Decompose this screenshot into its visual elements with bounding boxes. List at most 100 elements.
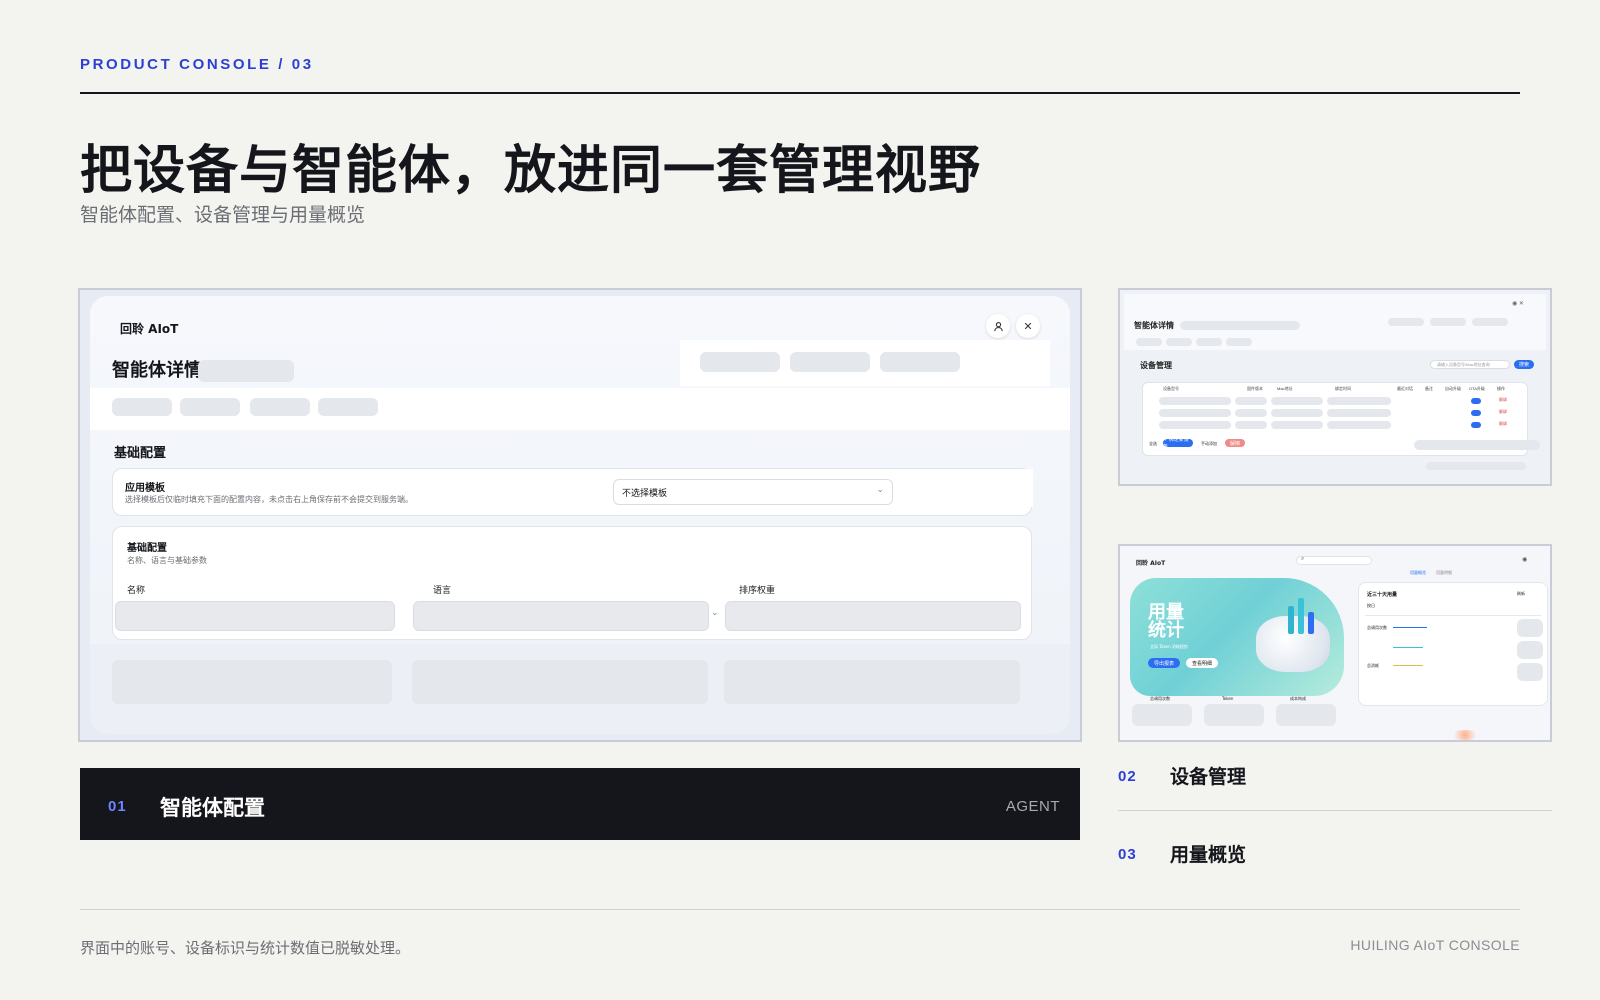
caption-number: 02 (1118, 768, 1137, 785)
title-redaction (1180, 321, 1300, 330)
field-label-name: 名称 (127, 586, 146, 596)
tab-placeholder[interactable] (1226, 338, 1252, 346)
tab-placeholder[interactable] (112, 398, 172, 416)
select-all[interactable]: 全选 (1149, 441, 1157, 447)
unbind-link[interactable]: 解绑 (1499, 409, 1507, 415)
tab-placeholder[interactable] (1196, 338, 1222, 346)
device-search-button[interactable]: 搜索 (1514, 360, 1534, 369)
field-label-weight: 排序权重 (739, 586, 776, 596)
app-logo: 回聆 AIoT (1136, 560, 1166, 567)
header-divider (80, 92, 1520, 94)
footer-brand: HUILING AIoT CONSOLE (1350, 937, 1520, 953)
name-input[interactable] (115, 601, 395, 631)
manual-add-link[interactable]: 手动添加 (1201, 441, 1217, 447)
unbind-button[interactable]: 解绑 (1225, 439, 1245, 447)
caption-title: 智能体配置 (160, 796, 265, 820)
user-icon[interactable] (986, 314, 1010, 338)
tab-placeholder[interactable] (180, 398, 240, 416)
tab-bar (90, 388, 1070, 430)
device-search-input[interactable]: 请输入设备型号/Mac地址查询 (1430, 360, 1510, 369)
field-label-language: 语言 (433, 586, 452, 596)
field-placeholder[interactable] (112, 660, 392, 704)
template-card: 应用模板 选择模板后仅临时填充下面的配置内容，未点击右上角保存前不会提交到服务端… (112, 468, 1033, 516)
page-title: 把设备与智能体，放进同一套管理视野 (80, 141, 982, 201)
caption-usage-title[interactable]: 用量概览 (1170, 840, 1246, 867)
device-management-screenshot[interactable]: 智能体详情 ◉ ✕ 设备管理 请输入设备型号/Mac地址查询 搜索 设备型号 固… (1118, 288, 1552, 486)
refresh-icon[interactable]: 刷新 (1517, 591, 1525, 597)
page-subtitle: 智能体配置、设备管理与用量概览 (80, 204, 366, 226)
chevron-down-icon: ⌄ (876, 485, 884, 495)
unbind-link[interactable]: 解绑 (1499, 421, 1507, 427)
tab-placeholder[interactable] (318, 398, 378, 416)
eyebrow-label: PRODUCT CONSOLE / 03 (80, 56, 314, 73)
device-table-header: 设备型号 固件版本 Mac地址 绑定时间 最近对话 备注 自动升级 OTA升级 … (1163, 386, 1505, 391)
language-select[interactable] (413, 601, 709, 631)
action-placeholder[interactable] (1472, 318, 1508, 326)
action-button-placeholder[interactable] (790, 352, 870, 372)
template-select[interactable]: 不选择模板 ⌄ (613, 479, 893, 505)
agent-config-window: 回聆 AIoT ✕ 智能体详情 基础配置 应用模板 选择模板后仅临时填充下面的配… (90, 296, 1070, 734)
ota-toggle[interactable] (1471, 398, 1481, 404)
field-placeholder[interactable] (724, 660, 1020, 704)
caption-number: 01 (108, 798, 127, 815)
agent-detail-title: 智能体详情 (112, 360, 202, 381)
export-button[interactable]: 导出报表 (1148, 658, 1180, 668)
footer-placeholder (1426, 462, 1526, 470)
basic-config-card: 基础配置 名称、语言与基础参数 名称 语言 排序权重 ⌄ (112, 526, 1032, 640)
stat-placeholder (1276, 704, 1336, 726)
caption-tag: AGENT (1005, 798, 1060, 815)
action-placeholder[interactable] (1388, 318, 1424, 326)
action-button-placeholder[interactable] (700, 352, 780, 372)
panel-title: 近三十天用量 (1367, 592, 1398, 598)
view-detail-button[interactable]: 查看明细 (1186, 658, 1218, 668)
footer-placeholder (1414, 440, 1540, 450)
ota-toggle[interactable] (1471, 410, 1481, 416)
device-page-title: 智能体详情 (1134, 321, 1174, 330)
stat-label: 总调用次数 (1150, 696, 1170, 701)
template-card-desc: 选择模板后仅临时填充下面的配置内容，未点击右上角保存前不会提交到服务端。 (125, 495, 413, 504)
title-redaction (198, 360, 294, 382)
card-overlay (893, 469, 1033, 507)
panel-row-label: 总调用次数 (1367, 625, 1387, 630)
weight-input[interactable] (725, 601, 1021, 631)
bind-device-button[interactable]: + 绑定新设备 (1163, 437, 1193, 450)
footer-note: 界面中的账号、设备标识与统计数值已脱敏处理。 (80, 939, 411, 957)
panel-row-label: 总消耗 (1367, 663, 1379, 668)
caption-device-title[interactable]: 设备管理 (1170, 762, 1246, 789)
template-select-value: 不选择模板 (622, 489, 668, 499)
stat-placeholder (1204, 704, 1264, 726)
stat-label: 成本构成 (1290, 696, 1306, 701)
caption-agent[interactable]: 01 智能体配置 AGENT (80, 768, 1080, 840)
tab-usage-overview[interactable]: 用量概览 (1410, 570, 1426, 576)
agent-config-screenshot[interactable]: 回聆 AIoT ✕ 智能体详情 基础配置 应用模板 选择模板后仅临时填充下面的配… (78, 288, 1082, 742)
user-icon[interactable]: ◉ ✕ (1512, 300, 1524, 307)
hero-subtitle: 全局 Token 消耗趋势 (1150, 644, 1188, 649)
chevron-down-icon: ⌄ (711, 607, 719, 617)
basic-config-title: 基础配置 (127, 543, 167, 554)
template-card-title: 应用模板 (125, 483, 165, 494)
caption-divider (1118, 810, 1552, 811)
panel-filter[interactable]: 按日 (1367, 603, 1375, 609)
app-logo: 回聆 AIoT (120, 322, 179, 336)
device-section-title: 设备管理 (1140, 361, 1172, 370)
ota-toggle[interactable] (1471, 422, 1481, 428)
action-placeholder[interactable] (1430, 318, 1466, 326)
usage-panel: 近三十天用量 按日 刷新 总调用次数 总消耗 (1358, 582, 1548, 706)
tab-placeholder[interactable] (1136, 338, 1162, 346)
search-icon: ⌕ (1301, 556, 1305, 562)
unbind-link[interactable]: 解绑 (1499, 397, 1507, 403)
tab-placeholder[interactable] (1166, 338, 1192, 346)
caption-number: 03 (1118, 846, 1137, 863)
tab-usage-detail[interactable]: 用量明细 (1436, 570, 1452, 576)
section-heading: 基础配置 (114, 446, 167, 461)
footer-divider (80, 909, 1520, 910)
field-placeholder[interactable] (412, 660, 708, 704)
action-button-placeholder[interactable] (880, 352, 960, 372)
close-icon[interactable]: ✕ (1016, 314, 1040, 338)
stat-placeholder (1132, 704, 1192, 726)
search-input[interactable]: ⌕ (1296, 556, 1372, 565)
basic-config-desc: 名称、语言与基础参数 (127, 556, 207, 565)
tab-placeholder[interactable] (250, 398, 310, 416)
user-icon[interactable]: ◉ (1522, 556, 1527, 563)
usage-overview-screenshot[interactable]: 回聆 AIoT ⌕ ◉ 用量概览 用量明细 用量 统计 全局 Token 消耗趋… (1118, 544, 1552, 742)
